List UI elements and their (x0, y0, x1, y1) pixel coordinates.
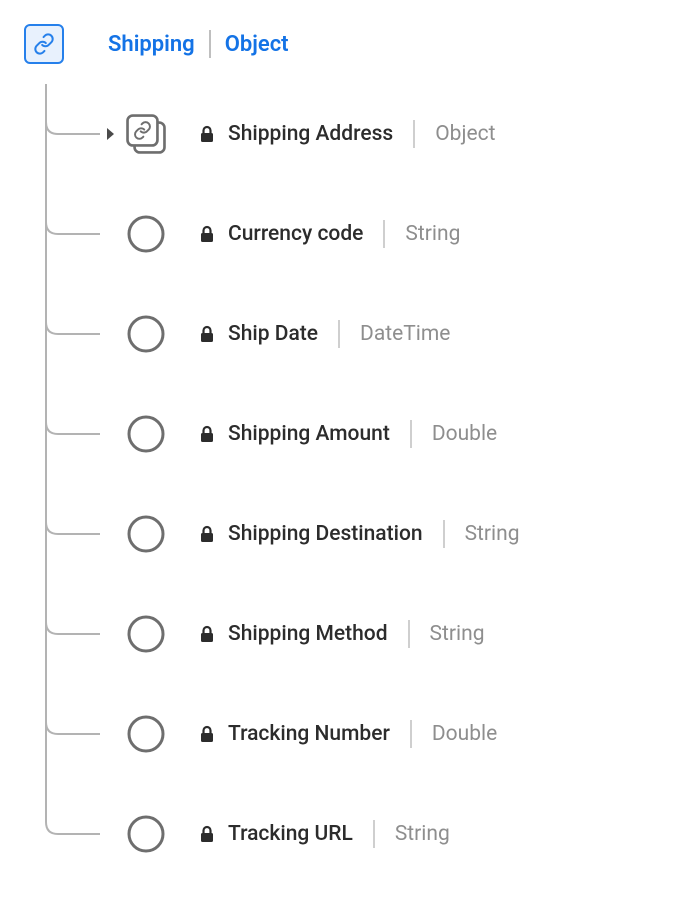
field-content: Tracking Number Double (198, 720, 497, 748)
chevron-placeholder (102, 525, 120, 543)
field-row[interactable]: Shipping Destination String (44, 484, 671, 584)
lock-icon (198, 125, 216, 143)
circle-icon (124, 712, 168, 756)
field-name: Shipping Method (228, 622, 388, 646)
field-type: DateTime (360, 322, 450, 346)
lock-icon (198, 725, 216, 743)
field-row[interactable]: Currency code String (44, 184, 671, 284)
expand-chevron-icon[interactable] (102, 125, 120, 143)
root-name: Shipping (108, 32, 195, 57)
root-type: Object (225, 32, 289, 57)
field-name: Shipping Amount (228, 422, 390, 446)
field-name: Shipping Address (228, 122, 393, 146)
root-node[interactable]: Shipping Object (24, 24, 671, 64)
tree-connector (44, 484, 100, 584)
lock-icon (198, 525, 216, 543)
circle-icon (124, 412, 168, 456)
field-content: Currency code String (198, 220, 460, 248)
circle-icon (124, 612, 168, 656)
chevron-placeholder (102, 825, 120, 843)
lock-icon (198, 425, 216, 443)
separator (408, 620, 410, 648)
separator (338, 320, 340, 348)
circle-icon (124, 512, 168, 556)
tree-connector (44, 384, 100, 484)
field-type: Double (432, 422, 497, 446)
stack-link-icon (124, 112, 168, 156)
separator (410, 720, 412, 748)
field-content: Shipping Method String (198, 620, 484, 648)
schema-tree: Shipping Object Shipping Address Object Cu… (24, 24, 671, 884)
tree-connector (44, 84, 100, 184)
link-icon (24, 24, 64, 64)
field-row[interactable]: Shipping Method String (44, 584, 671, 684)
tree-connector (44, 284, 100, 384)
separator (443, 520, 445, 548)
field-name: Currency code (228, 222, 363, 246)
tree-connector (44, 784, 100, 884)
field-name: Tracking Number (228, 722, 390, 746)
field-row[interactable]: Shipping Amount Double (44, 384, 671, 484)
chevron-placeholder (102, 325, 120, 343)
circle-icon (124, 812, 168, 856)
field-name: Tracking URL (228, 822, 353, 846)
field-content: Tracking URL String (198, 820, 450, 848)
field-content: Shipping Amount Double (198, 420, 497, 448)
chevron-placeholder (102, 625, 120, 643)
field-row[interactable]: Shipping Address Object (44, 84, 671, 184)
field-row[interactable]: Tracking Number Double (44, 684, 671, 784)
field-type: String (395, 822, 450, 846)
root-label: Shipping Object (108, 30, 289, 58)
field-content: Shipping Address Object (198, 120, 495, 148)
separator (373, 820, 375, 848)
separator (383, 220, 385, 248)
field-type: String (405, 222, 460, 246)
field-content: Shipping Destination String (198, 520, 520, 548)
field-row[interactable]: Tracking URL String (44, 784, 671, 884)
field-name: Shipping Destination (228, 522, 423, 546)
circle-icon (124, 312, 168, 356)
chevron-placeholder (102, 725, 120, 743)
chevron-placeholder (102, 225, 120, 243)
lock-icon (198, 825, 216, 843)
lock-icon (198, 625, 216, 643)
separator (413, 120, 415, 148)
field-type: String (430, 622, 485, 646)
lock-icon (198, 325, 216, 343)
lock-icon (198, 225, 216, 243)
field-type: Double (432, 722, 497, 746)
tree-connector (44, 684, 100, 784)
children-container: Shipping Address Object Currency code Strin… (44, 84, 671, 884)
field-name: Ship Date (228, 322, 318, 346)
field-row[interactable]: Ship Date DateTime (44, 284, 671, 384)
field-type: String (465, 522, 520, 546)
separator (209, 30, 211, 58)
tree-connector (44, 584, 100, 684)
field-content: Ship Date DateTime (198, 320, 450, 348)
tree-connector (44, 184, 100, 284)
separator (410, 420, 412, 448)
chevron-placeholder (102, 425, 120, 443)
field-type: Object (435, 122, 495, 146)
circle-icon (124, 212, 168, 256)
